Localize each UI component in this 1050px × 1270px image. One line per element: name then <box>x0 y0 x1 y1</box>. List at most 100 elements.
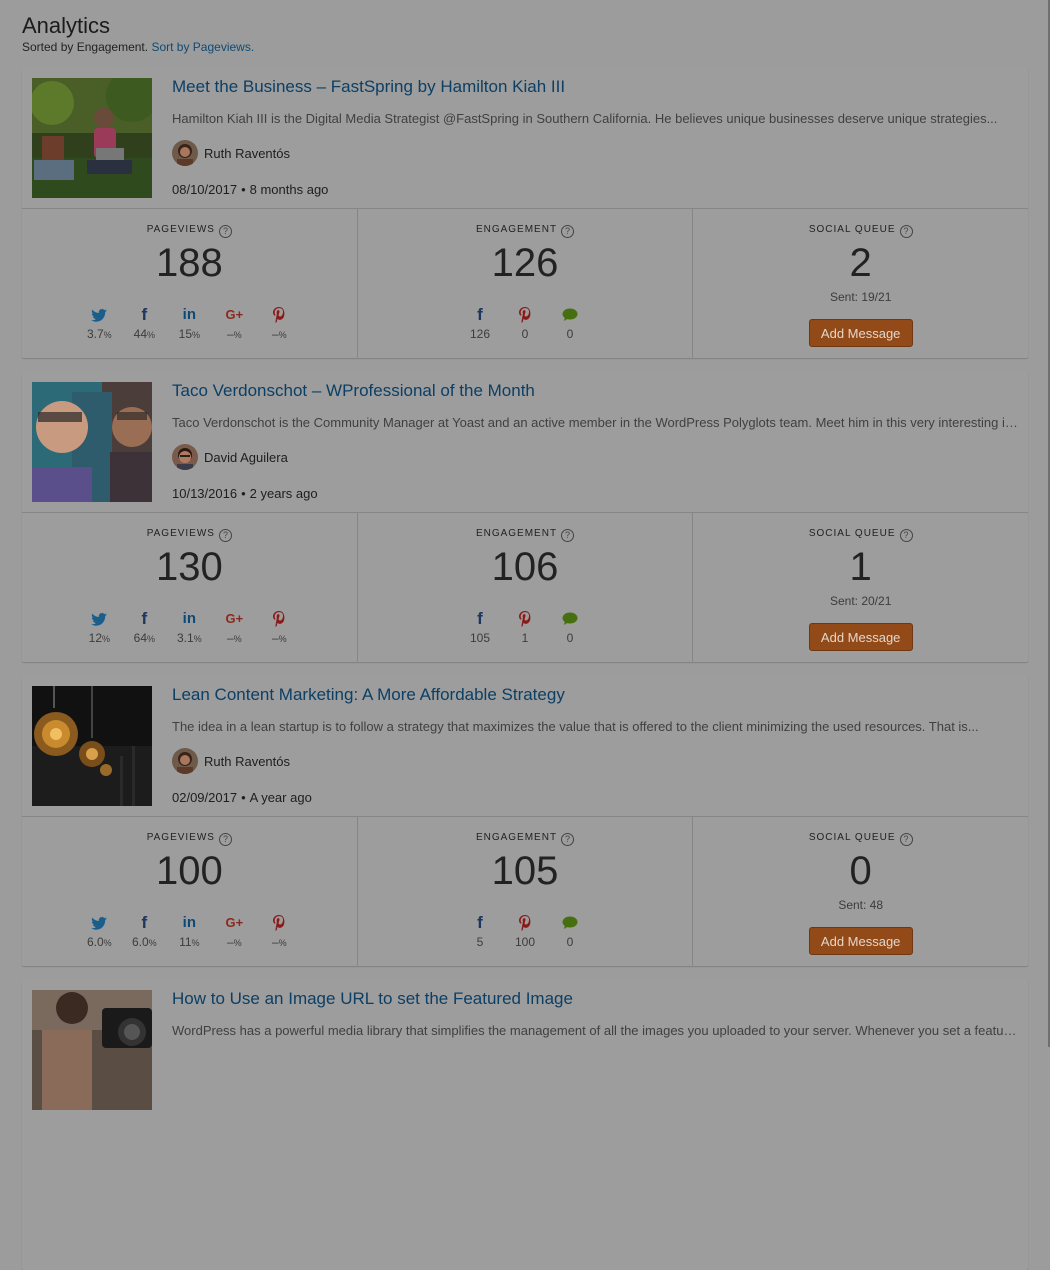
help-icon[interactable]: ? <box>561 529 575 542</box>
pageviews-panel: PAGEVIEWS? 100 6.0% f 6.0% in 11% G+ –% … <box>22 817 357 967</box>
sent-count: Sent: 20/21 <box>829 594 892 608</box>
post-excerpt: Taco Verdonschot is the Community Manage… <box>172 415 1018 430</box>
post-date: 10/13/2016 • 2 years ago <box>172 486 318 502</box>
pinterest-share: –% <box>257 915 302 950</box>
help-icon[interactable]: ? <box>899 833 913 846</box>
help-icon[interactable]: ? <box>561 225 575 238</box>
comments-count: 0 <box>566 935 574 949</box>
google-plus-icon: G+ <box>225 611 244 626</box>
engagement-breakdown: f 5 100 0 <box>358 914 693 949</box>
post-title-link[interactable]: Taco Verdonschot – WProfessional of the … <box>172 381 535 401</box>
sent-count: Sent: 48 <box>838 898 884 912</box>
post-title-link[interactable]: Lean Content Marketing: A More Affordabl… <box>172 685 565 705</box>
pct-suffix: % <box>278 634 287 644</box>
linkedin-share-pct: 11 <box>179 935 192 949</box>
post-card: Taco Verdonschot – WProfessional of the … <box>22 372 1028 663</box>
google-plus-icon: G+ <box>225 915 244 930</box>
post-title-link[interactable]: How to Use an Image URL to set the Featu… <box>172 989 573 1009</box>
pageviews-panel: PAGEVIEWS? 188 3.7% f 44% in 15% G+ –% –… <box>22 209 357 359</box>
pinterest-icon <box>519 611 531 627</box>
post-thumbnail[interactable] <box>32 686 152 806</box>
help-icon[interactable]: ? <box>218 833 232 846</box>
engagement-label: ENGAGEMENT? <box>358 832 693 846</box>
comments-engagement: 0 <box>548 915 593 949</box>
pinterest-share-pct: – <box>271 327 279 341</box>
author-avatar <box>172 748 198 774</box>
post-summary: Taco Verdonschot – WProfessional of the … <box>22 372 1028 512</box>
help-icon[interactable]: ? <box>899 225 913 238</box>
help-icon[interactable]: ? <box>218 225 232 238</box>
pinterest-share-pct: – <box>271 935 279 949</box>
social-queue-label: SOCIAL QUEUE? <box>693 832 1028 846</box>
facebook-engagement-count: 126 <box>469 327 491 341</box>
sort-current: Engagement. <box>76 40 149 54</box>
post-stats: PAGEVIEWS? 188 3.7% f 44% in 15% G+ –% –… <box>22 208 1028 359</box>
comments-engagement: 0 <box>548 611 593 645</box>
pinterest-engagement-count: 100 <box>514 935 536 949</box>
post-author: David Aguilera <box>172 444 288 470</box>
post-summary: Meet the Business – FastSpring by Hamilt… <box>22 68 1028 208</box>
author-name[interactable]: Ruth Raventós <box>204 146 290 161</box>
twitter-icon <box>91 612 108 626</box>
post-thumbnail[interactable] <box>32 990 152 1110</box>
post-excerpt: WordPress has a powerful media library t… <box>172 1023 1018 1038</box>
pct-suffix: % <box>147 330 156 340</box>
facebook-share-pct: 44 <box>133 327 147 341</box>
post-stats: PAGEVIEWS? 100 6.0% f 6.0% in 11% G+ –% … <box>22 816 1028 967</box>
share-breakdown: 3.7% f 44% in 15% G+ –% –% <box>22 306 357 342</box>
pageviews-value: 130 <box>155 545 223 589</box>
pageviews-label: PAGEVIEWS? <box>22 528 357 542</box>
twitter-icon <box>91 916 108 930</box>
pinterest-share-pct: – <box>271 631 279 645</box>
pct-suffix: % <box>148 938 157 948</box>
add-message-button[interactable]: Add Message <box>808 623 913 651</box>
social-queue-value: 0 <box>849 849 872 893</box>
post-thumbnail[interactable] <box>32 78 152 198</box>
date-separator: • <box>241 790 246 805</box>
author-avatar <box>172 140 198 166</box>
pinterest-engagement: 100 <box>503 915 548 949</box>
help-icon[interactable]: ? <box>218 529 232 542</box>
post-thumbnail[interactable] <box>32 382 152 502</box>
pct-suffix: % <box>147 634 156 644</box>
add-message-button[interactable]: Add Message <box>808 927 913 955</box>
author-name[interactable]: David Aguilera <box>204 450 288 465</box>
help-icon[interactable]: ? <box>561 833 575 846</box>
pageviews-value: 100 <box>155 849 223 893</box>
engagement-panel: ENGAGEMENT? 106 f 105 1 0 <box>356 513 693 663</box>
help-icon[interactable]: ? <box>899 529 913 542</box>
pct-suffix: % <box>192 330 201 340</box>
pinterest-engagement-count: 1 <box>521 631 529 645</box>
pct-suffix: % <box>191 938 200 948</box>
twitter-share-pct: 12 <box>88 631 102 645</box>
google-plus-share: G+ –% <box>212 611 257 646</box>
post-author: Ruth Raventós <box>172 140 290 166</box>
facebook-engagement: f 126 <box>458 306 503 341</box>
pageviews-panel: PAGEVIEWS? 130 12% f 64% in 3.1% G+ –% –… <box>22 513 357 663</box>
linkedin-icon: in <box>182 610 196 627</box>
pinterest-engagement: 1 <box>503 611 548 645</box>
engagement-breakdown: f 105 1 0 <box>358 610 693 645</box>
social-queue-label: SOCIAL QUEUE? <box>693 224 1028 238</box>
engagement-panel: ENGAGEMENT? 105 f 5 100 0 <box>356 817 693 967</box>
pageviews-label: PAGEVIEWS? <box>22 224 357 238</box>
sort-by-pageviews-link[interactable]: Sort by Pageviews. <box>151 40 254 54</box>
post-card: Meet the Business – FastSpring by Hamilt… <box>22 68 1028 359</box>
pct-suffix: % <box>278 330 287 340</box>
author-name[interactable]: Ruth Raventós <box>204 754 290 769</box>
post-title-link[interactable]: Meet the Business – FastSpring by Hamilt… <box>172 77 565 97</box>
social-queue-panel: SOCIAL QUEUE? 0 Sent: 48 Add Message <box>692 817 1028 967</box>
date-relative: 8 months ago <box>249 182 329 197</box>
add-message-button[interactable]: Add Message <box>808 319 913 347</box>
linkedin-icon: in <box>182 306 196 323</box>
facebook-share-pct: 64 <box>133 631 147 645</box>
facebook-share: f 6.0% <box>122 914 167 950</box>
engagement-label: ENGAGEMENT? <box>358 528 693 542</box>
engagement-label: ENGAGEMENT? <box>358 224 693 238</box>
author-avatar <box>172 444 198 470</box>
social-queue-panel: SOCIAL QUEUE? 1 Sent: 20/21 Add Message <box>692 513 1028 663</box>
facebook-share-pct: 6.0 <box>131 935 149 949</box>
post-excerpt: The idea in a lean startup is to follow … <box>172 719 979 734</box>
comments-count: 0 <box>566 327 574 341</box>
post-date: 02/09/2017 • A year ago <box>172 790 312 806</box>
